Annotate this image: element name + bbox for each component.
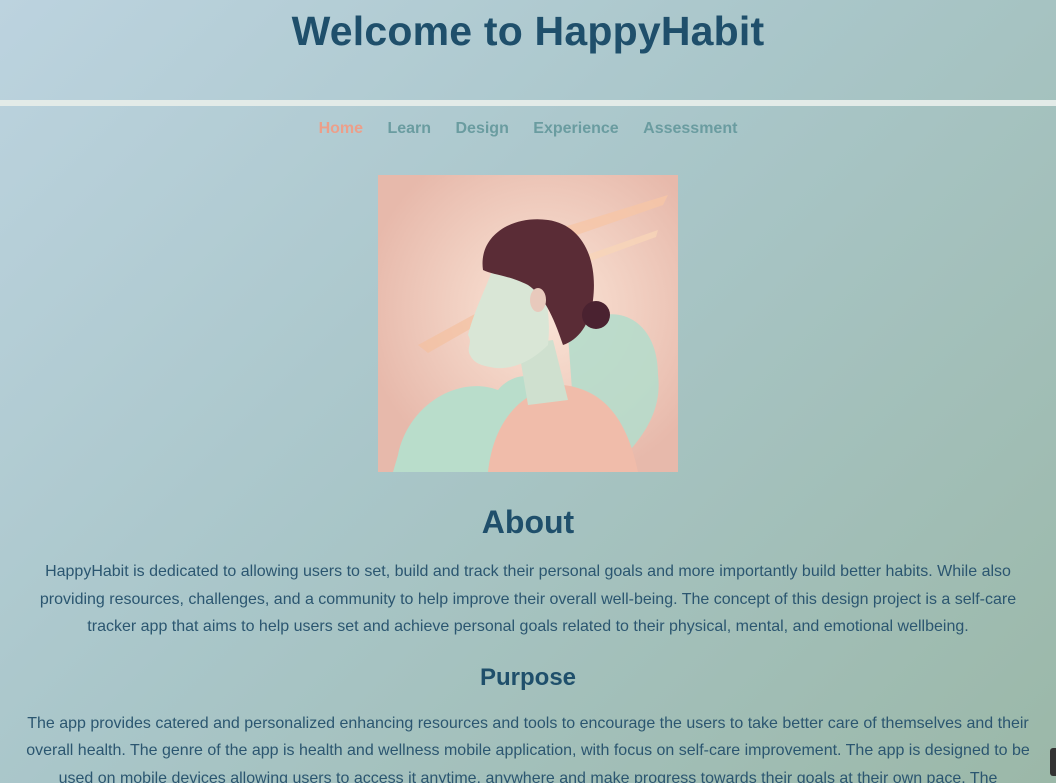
scroll-handle[interactable]	[1050, 748, 1056, 776]
site-header: Welcome to HappyHabit	[0, 0, 1056, 100]
woman-portrait-image	[378, 175, 678, 472]
hero-illustration	[378, 175, 678, 472]
purpose-paragraph: The app provides catered and personalize…	[26, 714, 1030, 783]
nav-link-experience[interactable]: Experience	[533, 120, 618, 138]
nav-link-design[interactable]: Design	[456, 120, 509, 138]
page-title: Welcome to HappyHabit	[291, 8, 765, 54]
about-heading: About	[481, 504, 575, 540]
about-paragraph: HappyHabit is dedicated to allowing user…	[39, 563, 1017, 635]
nav-link-home[interactable]: Home	[319, 120, 363, 138]
hero-section	[0, 175, 1056, 477]
main-nav: Home Learn Design Experience Assessment	[0, 120, 1056, 142]
nav-link-assessment[interactable]: Assessment	[643, 120, 737, 138]
header-divider	[0, 100, 1056, 106]
nav-link-learn[interactable]: Learn	[387, 120, 431, 138]
purpose-heading: Purpose	[479, 663, 577, 691]
